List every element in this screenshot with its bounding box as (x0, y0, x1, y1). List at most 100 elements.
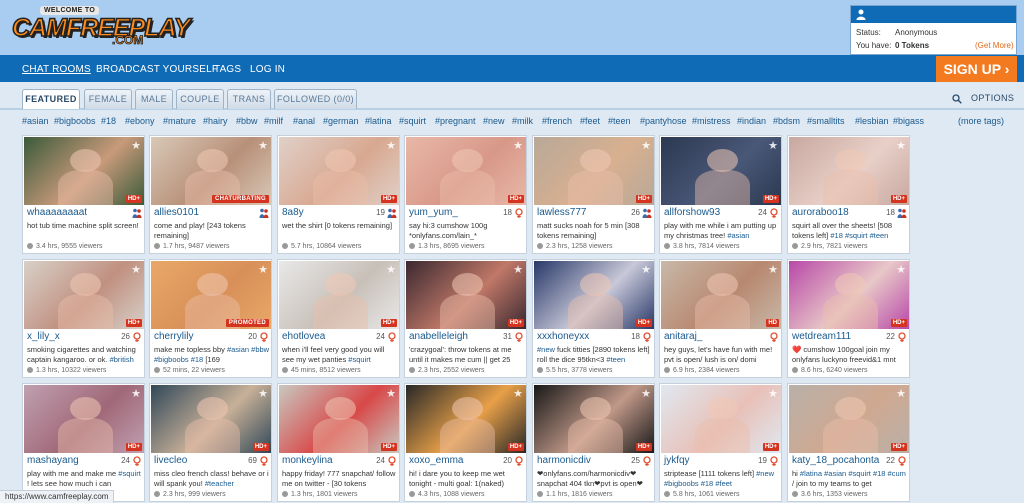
room-thumbnail[interactable]: ★ HD+ (24, 137, 144, 205)
star-icon[interactable]: ★ (768, 263, 778, 276)
room-thumbnail[interactable]: ★ HD+ (789, 261, 909, 329)
room-username[interactable]: livecleo (154, 455, 187, 466)
room-card[interactable]: ★ PROMOTED cherrylily 20 make me topless bby… (149, 259, 272, 378)
room-card[interactable]: ★ HD+ wetdream111 22 ❤️ cumshow 100goal join… (787, 259, 910, 378)
room-username[interactable]: allies0101 (154, 207, 199, 218)
get-more-link[interactable]: (Get More) (975, 41, 1014, 50)
room-thumbnail[interactable]: ★ HD+ (24, 261, 144, 329)
hashtag-link[interactable]: #milf (264, 116, 283, 126)
room-username[interactable]: lawless777 (537, 207, 586, 218)
room-username[interactable]: xxxhoneyxx (537, 331, 589, 342)
hashtag-link[interactable]: #teen (608, 116, 631, 126)
room-username[interactable]: harmonicdiv (537, 455, 591, 466)
star-icon[interactable]: ★ (896, 263, 906, 276)
hashtag-link[interactable]: #ebony (125, 116, 155, 126)
signup-button[interactable]: SIGN UP › (936, 56, 1017, 82)
hashtag-link[interactable]: #milk (512, 116, 533, 126)
hashtag-link[interactable]: #asian (22, 116, 49, 126)
room-thumbnail[interactable]: ★ HD+ (24, 385, 144, 453)
star-icon[interactable]: ★ (896, 387, 906, 400)
room-card[interactable]: ★ HD+ lawless777 26 matt sucks noah for 5 mi… (532, 135, 655, 254)
room-thumbnail[interactable]: ★ HD+ (151, 385, 271, 453)
star-icon[interactable]: ★ (131, 139, 141, 152)
star-icon[interactable]: ★ (768, 139, 778, 152)
room-username[interactable]: cherrylily (154, 331, 193, 342)
hashtag-link[interactable]: #new (483, 116, 505, 126)
room-card[interactable]: ★ HD+ xoxo_emma 20 hi! i dare you to keep me… (404, 383, 527, 502)
room-username[interactable]: mashayang (27, 455, 79, 466)
hashtag-link[interactable]: #bdsm (773, 116, 800, 126)
room-username[interactable]: anitaraj_ (664, 331, 702, 342)
star-icon[interactable]: ★ (258, 387, 268, 400)
star-icon[interactable]: ★ (513, 139, 523, 152)
star-icon[interactable]: ★ (768, 387, 778, 400)
hashtag-link[interactable]: #bigboobs (54, 116, 96, 126)
hashtag-link[interactable]: #bigass (893, 116, 924, 126)
hashtag-link[interactable]: #indian (737, 116, 766, 126)
room-card[interactable]: ★ HD+ whaaaaaaaat hot tub time machine spli… (22, 135, 145, 254)
room-card[interactable]: ★ HD+ x_lily_x 26 smoking cigarettes and wat… (22, 259, 145, 378)
room-card[interactable]: ★ HD+ auroraboo18 18 squirt all over the she… (787, 135, 910, 254)
room-card[interactable]: ★ HD+ ehotlovea 24 when i'll feel very good … (277, 259, 400, 378)
room-thumbnail[interactable]: ★ HD+ (534, 137, 654, 205)
room-username[interactable]: whaaaaaaaat (27, 207, 87, 218)
hashtag-link[interactable]: #french (542, 116, 572, 126)
room-username[interactable]: allforshow93 (664, 207, 720, 218)
room-thumbnail[interactable]: ★ HD+ (406, 137, 526, 205)
star-icon[interactable]: ★ (641, 139, 651, 152)
room-username[interactable]: wetdream111 (792, 331, 851, 342)
room-card[interactable]: ★ HD+ xxxhoneyxx 18 #new fuck titties [2890 … (532, 259, 655, 378)
options-button[interactable]: OPTIONS (971, 93, 1014, 103)
room-card[interactable]: ★ HD+ katy_18_pocahonta 22 hi #latina #asian… (787, 383, 910, 502)
room-card[interactable]: ★ HD+ livecleo 69 miss cleo french class! be… (149, 383, 272, 502)
star-icon[interactable]: ★ (386, 139, 396, 152)
hashtag-link[interactable]: #mature (163, 116, 196, 126)
nav-chat-rooms[interactable]: CHAT ROOMS (22, 64, 91, 75)
hashtag-link[interactable]: #bbw (236, 116, 258, 126)
hashtag-link[interactable]: #latina (365, 116, 392, 126)
room-thumbnail[interactable]: ★ HD+ (789, 385, 909, 453)
tab-couple[interactable]: COUPLE (176, 89, 224, 109)
room-thumbnail[interactable]: ★ CHATURBATING (151, 137, 271, 205)
room-card[interactable]: ★ HD+ monkeylina 24 happy friday! 777 snapch… (277, 383, 400, 502)
room-thumbnail[interactable]: ★ HD+ (279, 261, 399, 329)
star-icon[interactable]: ★ (386, 263, 396, 276)
room-card[interactable]: ★ HD+ yum_yum_ 18 say hi:3 cumshow 100g *onl… (404, 135, 527, 254)
tab-featured[interactable]: FEATURED (22, 89, 80, 109)
hashtag-link[interactable]: #18 (101, 116, 116, 126)
tab-male[interactable]: MALE (135, 89, 173, 109)
tab-followed[interactable]: FOLLOWED (0/0) (274, 89, 357, 109)
room-thumbnail[interactable]: ★ HD+ (661, 385, 781, 453)
room-username[interactable]: auroraboo18 (792, 207, 849, 218)
room-card[interactable]: ★ CHATURBATING allies0101 come and play! [2… (149, 135, 272, 254)
room-thumbnail[interactable]: ★ HD+ (279, 385, 399, 453)
room-thumbnail[interactable]: ★ HD+ (406, 385, 526, 453)
room-thumbnail[interactable]: ★ PROMOTED (151, 261, 271, 329)
room-username[interactable]: ehotlovea (282, 331, 325, 342)
star-icon[interactable]: ★ (258, 139, 268, 152)
room-username[interactable]: yum_yum_ (409, 207, 458, 218)
site-logo[interactable]: WELCOME TO CAMFREEPLAY .COM (10, 6, 191, 48)
star-icon[interactable]: ★ (513, 387, 523, 400)
star-icon[interactable]: ★ (131, 263, 141, 276)
room-thumbnail[interactable]: ★ HD+ (534, 261, 654, 329)
star-icon[interactable]: ★ (386, 387, 396, 400)
star-icon[interactable]: ★ (131, 387, 141, 400)
star-icon[interactable]: ★ (896, 139, 906, 152)
room-username[interactable]: katy_18_pocahonta (792, 455, 879, 466)
star-icon[interactable]: ★ (641, 263, 651, 276)
hashtag-link[interactable]: #pregnant (435, 116, 476, 126)
room-username[interactable]: xoxo_emma (409, 455, 463, 466)
room-username[interactable]: 8a8y (282, 207, 304, 218)
star-icon[interactable]: ★ (513, 263, 523, 276)
star-icon[interactable]: ★ (258, 263, 268, 276)
room-username[interactable]: x_lily_x (27, 331, 60, 342)
room-thumbnail[interactable]: ★ HD+ (789, 137, 909, 205)
room-thumbnail[interactable]: ★ HD+ (661, 137, 781, 205)
nav-broadcast[interactable]: BROADCAST YOURSELF (96, 64, 218, 75)
room-card[interactable]: ★ HD anitaraj_ hey guys, let's have fun wit… (659, 259, 782, 378)
star-icon[interactable]: ★ (641, 387, 651, 400)
more-tags-link[interactable]: (more tags) (958, 116, 1004, 126)
search-icon[interactable] (952, 94, 962, 104)
tab-female[interactable]: FEMALE (84, 89, 132, 109)
